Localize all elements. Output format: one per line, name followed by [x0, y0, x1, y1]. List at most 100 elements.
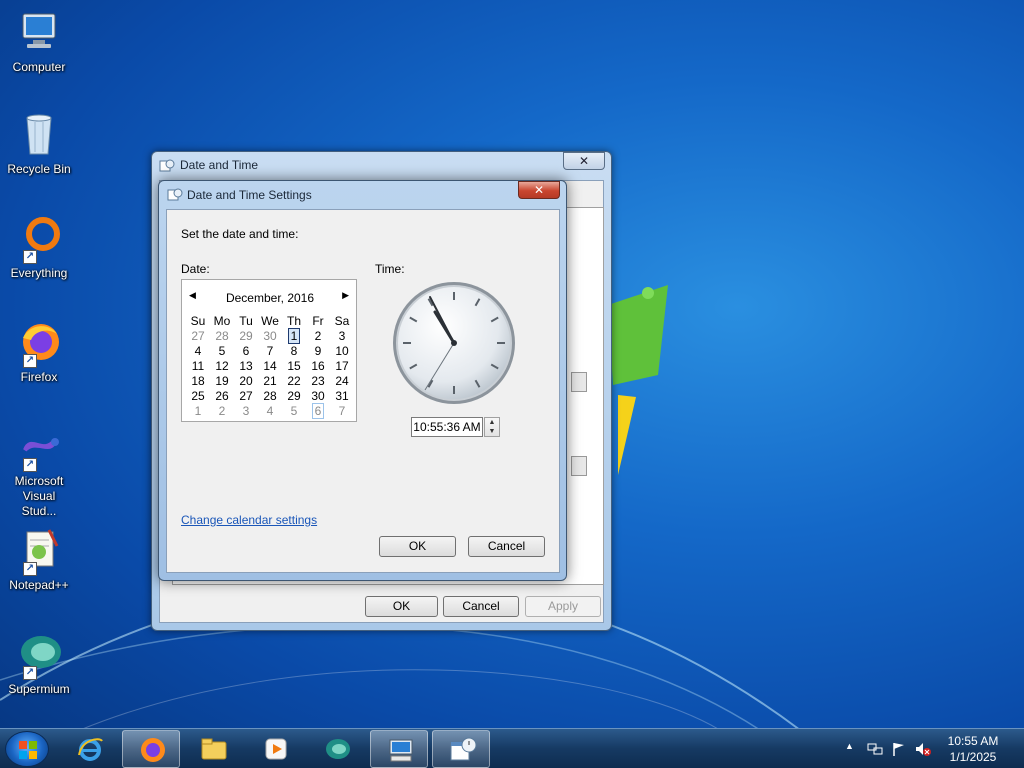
taskbar-remote-desktop[interactable]	[370, 730, 428, 768]
weekday-header: We	[261, 313, 279, 328]
calendar-day[interactable]: 21	[258, 374, 282, 389]
calendar-day[interactable]: 5	[210, 344, 234, 359]
calendar-day[interactable]: 25	[186, 389, 210, 404]
firefox-icon	[141, 738, 165, 762]
desktop-icon-label: Computer	[12, 60, 66, 74]
calendar-day[interactable]: 30	[306, 389, 330, 404]
calendar-day[interactable]: 3	[330, 329, 354, 344]
calendar-day[interactable]: 5	[282, 404, 306, 419]
calendar-day[interactable]: 12	[210, 359, 234, 374]
calendar-day[interactable]: 17	[330, 359, 354, 374]
calendar-day[interactable]: 11	[186, 359, 210, 374]
taskbar-internet-explorer[interactable]	[60, 730, 118, 768]
calendar-day[interactable]: 1	[186, 404, 210, 419]
change-calendar-settings-link[interactable]: Change calendar settings	[181, 513, 317, 527]
taskbar-firefox[interactable]	[122, 730, 180, 768]
desktop-icon-everything[interactable]: ↗ Everything	[4, 214, 74, 281]
calendar-day[interactable]: 28	[258, 389, 282, 404]
ok-button[interactable]: OK	[379, 536, 456, 557]
calendar-day[interactable]: 29	[282, 389, 306, 404]
calendar-day-today[interactable]: 6	[306, 403, 330, 419]
calendar-day[interactable]: 15	[282, 359, 306, 374]
desktop-icon-visual-studio[interactable]: ↗ Microsoft Visual Stud...	[4, 422, 74, 519]
calendar-day[interactable]: 19	[210, 374, 234, 389]
calendar-day[interactable]: 20	[234, 374, 258, 389]
time-up-arrow[interactable]: ▲	[485, 418, 499, 427]
tray-time: 10:55 AM	[947, 734, 999, 748]
desktop-icon-supermium[interactable]: ↗ Supermium	[4, 630, 74, 697]
ok-button[interactable]: OK	[365, 596, 438, 617]
close-button[interactable]: ✕	[518, 181, 560, 199]
calendar-day[interactable]: 16	[306, 359, 330, 374]
weekday-header: Fr	[312, 313, 324, 328]
apply-button[interactable]: Apply	[525, 596, 601, 617]
desktop-icon-computer[interactable]: Computer	[4, 8, 74, 75]
start-button[interactable]	[5, 731, 49, 767]
calendar-day-selected[interactable]: 1	[282, 328, 306, 344]
calendar-day[interactable]: 2	[306, 329, 330, 344]
calendar-day[interactable]: 22	[282, 374, 306, 389]
calendar-day[interactable]: 4	[186, 344, 210, 359]
taskbar-date-time[interactable]	[432, 730, 490, 768]
close-button[interactable]: ✕	[563, 152, 605, 170]
weekday-header: Tu	[239, 313, 253, 328]
show-hidden-icons-arrow[interactable]: ▲	[845, 741, 861, 757]
calendar-day[interactable]: 13	[234, 359, 258, 374]
calendar-day[interactable]: 4	[258, 404, 282, 419]
calendar-day[interactable]: 27	[234, 389, 258, 404]
change-time-zone-button-partial[interactable]	[571, 456, 587, 476]
calendar-grid: Su Mo Tu We Th Fr Sa 27 28 29 30 1 2 3 4…	[186, 313, 354, 419]
desktop-icon-firefox[interactable]: ↗ Firefox	[4, 318, 74, 385]
calendar-day[interactable]: 8	[282, 344, 306, 359]
recycle-bin-icon	[15, 110, 63, 158]
taskbar: ▲ 10:55 AM 1/1/2025	[0, 728, 1024, 768]
next-month-button[interactable]: ▶	[342, 290, 349, 301]
visual-studio-icon: ↗	[15, 422, 63, 472]
time-input[interactable]: 10:55:36 AM	[411, 417, 483, 437]
cancel-button[interactable]: Cancel	[468, 536, 545, 557]
action-center-flag-icon[interactable]	[891, 741, 907, 757]
date-label: Date:	[181, 262, 210, 276]
shortcut-arrow-icon: ↗	[23, 458, 37, 472]
firefox-icon: ↗	[15, 318, 63, 368]
calendar-day[interactable]: 7	[258, 344, 282, 359]
shortcut-arrow-icon: ↗	[23, 666, 37, 680]
today-day-value: 6	[311, 403, 325, 419]
cancel-button[interactable]: Cancel	[443, 596, 519, 617]
taskbar-supermium[interactable]	[308, 730, 366, 768]
desktop-icon-notepad-plus[interactable]: ↗ Notepad++	[4, 526, 74, 593]
taskbar-clock[interactable]: 10:55 AM 1/1/2025	[934, 733, 1012, 765]
desktop-icon-recycle-bin[interactable]: Recycle Bin	[4, 110, 74, 177]
supermium-icon	[326, 739, 350, 759]
taskbar-media-player[interactable]	[246, 730, 304, 768]
calendar-day[interactable]: 9	[306, 344, 330, 359]
calendar-day[interactable]: 10	[330, 344, 354, 359]
calendar-day[interactable]: 28	[210, 329, 234, 344]
calendar-day[interactable]: 6	[234, 344, 258, 359]
calendar-day[interactable]: 18	[186, 374, 210, 389]
calendar-day[interactable]: 26	[210, 389, 234, 404]
calendar-day[interactable]: 23	[306, 374, 330, 389]
folder-icon	[201, 738, 227, 760]
calendar-day[interactable]: 30	[258, 329, 282, 344]
network-icon[interactable]	[867, 741, 883, 757]
volume-muted-icon[interactable]	[914, 741, 931, 757]
tray-date: 1/1/2025	[949, 750, 997, 764]
shortcut-arrow-icon: ↗	[23, 250, 37, 264]
calendar-day[interactable]: 31	[330, 389, 354, 404]
calendar-day[interactable]: 2	[210, 404, 234, 419]
calendar-day[interactable]: 7	[330, 404, 354, 419]
selected-day-value: 1	[287, 328, 301, 344]
time-down-arrow[interactable]: ▼	[485, 427, 499, 436]
taskbar-file-explorer[interactable]	[184, 730, 242, 768]
calendar-day[interactable]: 3	[234, 404, 258, 419]
calendar-day[interactable]: 27	[186, 329, 210, 344]
calendar-day[interactable]: 14	[258, 359, 282, 374]
calendar-month-label[interactable]: December, 2016	[182, 291, 358, 305]
calendar-day[interactable]: 29	[234, 329, 258, 344]
shortcut-arrow-icon: ↗	[23, 354, 37, 368]
calendar-day[interactable]: 24	[330, 374, 354, 389]
desktop-icon-label: Everything	[10, 266, 68, 280]
window-title: Date and Time	[180, 158, 259, 172]
change-date-button-partial[interactable]	[571, 372, 587, 392]
